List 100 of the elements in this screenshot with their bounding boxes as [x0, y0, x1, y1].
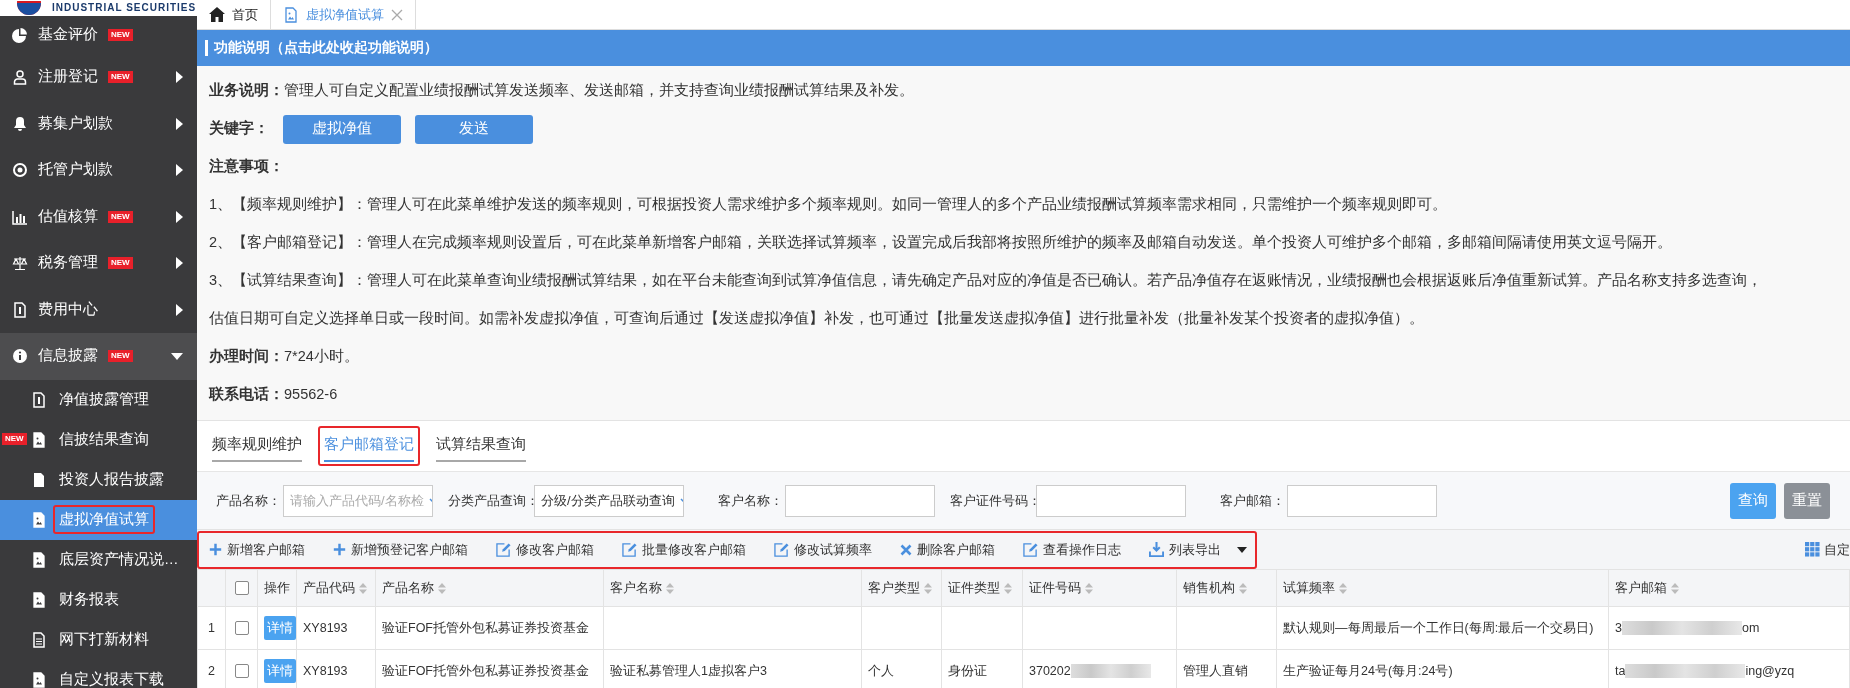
table-cell-text: 验证FOF托管外包私募证券投资基金	[382, 620, 589, 635]
home-icon	[209, 7, 225, 22]
note-text: 2、【客户邮箱登记】：管理人在完成频率规则设置后，可在此菜单新增客户邮箱，关联选择试算频率，设置完成后我部将按照所维护的频率及邮箱自动发送。单个投资人可维护多个邮箱，多邮箱间隔请使用英文逗号隔开。	[209, 233, 1673, 253]
note-text: 1、【频率规则维护】：管理人可在此菜单维护发送的频率规则，可根据投资人需求维护多个频率规则。如同一管理人的多个产品业绩报酬试算频率需求相同，只需维护一个频率规则即可。	[209, 195, 1448, 215]
note-text: 估值日期可自定义选择单日或一段时间。如需补发虚拟净值，可查询后通过【发送虚拟净值】补发，也可通过【批量发送虚拟净值】进行批量补发（批量补发某个投资者的虚拟净值）。	[209, 309, 1424, 329]
sidebar-subitem[interactable]: 自定义报表下载	[0, 659, 197, 688]
edit-icon	[774, 542, 789, 557]
sub-tab[interactable]: 频率规则维护	[212, 429, 302, 463]
row-number: 1	[208, 620, 215, 635]
new-badge: NEW	[108, 257, 133, 270]
scales-icon	[12, 255, 28, 272]
table-cell-text: 管理人直销	[1183, 663, 1248, 678]
sidebar-subitem[interactable]: 底层资产情况说…	[0, 539, 197, 580]
user-icon	[12, 69, 28, 86]
pie-chart-icon	[12, 27, 28, 43]
toolbar-button[interactable]: 查看操作日志	[1023, 539, 1121, 560]
filter-label: 分类产品查询：	[448, 491, 532, 510]
logo-icon	[14, 1, 44, 15]
image-document-icon	[283, 6, 299, 23]
sidebar-subitem[interactable]: 投资人报告披露	[0, 459, 197, 500]
business-description-label: 业务说明：	[209, 81, 284, 101]
cross-icon	[900, 543, 912, 556]
document-icon	[31, 391, 47, 408]
column-header[interactable]: 客户名称	[610, 578, 662, 598]
select-all-checkbox[interactable]	[234, 581, 249, 596]
keywords-label: 关键字：	[209, 119, 269, 139]
toolbar-button[interactable]: 列表导出	[1149, 539, 1247, 560]
row-checkbox[interactable]	[234, 664, 249, 679]
bell-icon	[12, 115, 28, 132]
table-cell-text: om	[1741, 619, 1760, 637]
page-tab[interactable]: 首页	[197, 0, 271, 29]
plus-icon	[209, 543, 222, 556]
note-text: 3、【试算结果查询】：管理人可在此菜单查询业绩报酬试算结果，如在平台未能查询到试算净值信息，请先确定产品对应的净值是否已确认。若产品净值存在返账情况，业绩报酬也会根据返账后净值重新试算。产品名称支持多选查询，	[209, 271, 1763, 291]
column-header[interactable]: 产品名称	[382, 578, 434, 598]
image-document-icon	[31, 511, 47, 528]
toolbar-button[interactable]: 新增预登记客户邮箱	[333, 539, 468, 560]
sidebar-item[interactable]: 注册登记 NEW	[0, 54, 197, 101]
sidebar-subitem[interactable]: 网下打新材料	[0, 619, 197, 660]
sidebar-item[interactable]: 税务管理 NEW	[0, 240, 197, 287]
target-icon	[12, 162, 28, 179]
new-badge: NEW	[108, 210, 133, 223]
document-icon	[12, 301, 28, 318]
filter-label: 客户邮箱：	[1219, 491, 1285, 510]
input-field[interactable]	[1287, 484, 1437, 517]
business-description-text: 管理人可自定义配置业绩报酬试算发送频率、发送邮箱，并支持查询业绩报酬试算结果及补发。	[284, 81, 914, 101]
filter-label: 客户名称：	[717, 491, 783, 510]
sidebar-item[interactable]: 募集户划款	[0, 100, 197, 147]
accent-bar	[205, 40, 208, 56]
info-icon	[12, 348, 28, 365]
sidebar-item[interactable]: 基金评价 NEW	[0, 16, 197, 54]
select-field[interactable]: 分级/分类产品联动查询	[534, 484, 684, 517]
image-document-icon	[31, 431, 47, 448]
column-header[interactable]: 客户邮箱	[1615, 578, 1667, 598]
sidebar-subitem[interactable]: NEW 信披结果查询	[0, 419, 197, 460]
sidebar-item[interactable]: 估值核算 NEW	[0, 193, 197, 240]
plus-icon	[333, 543, 346, 556]
toolbar-button[interactable]: 新增客户邮箱	[209, 539, 305, 560]
toolbar-button[interactable]: 修改试算频率	[774, 539, 872, 560]
sidebar-item[interactable]: 费用中心	[0, 286, 197, 333]
sub-tab[interactable]: 试算结果查询	[436, 429, 526, 463]
sidebar-item[interactable]: 信息披露 NEW	[0, 333, 197, 380]
filter-label: 产品名称：	[215, 491, 281, 510]
column-header[interactable]: 试算频率	[1283, 578, 1335, 598]
edit-icon	[496, 542, 511, 557]
filter-label: 客户证件号码：	[950, 491, 1034, 510]
logo-text: INDUSTRIAL SECURITIES	[52, 3, 197, 13]
column-header[interactable]: 证件号码	[1029, 578, 1081, 598]
download-icon	[1149, 542, 1164, 557]
edit-icon	[622, 542, 637, 557]
file-icon	[31, 471, 47, 488]
edit-icon	[1023, 542, 1038, 557]
new-badge: NEW	[108, 29, 133, 41]
new-badge: NEW	[108, 71, 133, 84]
sidebar-subitem[interactable]: 净值披露管理	[0, 379, 197, 420]
table-cell-text: 身份证	[948, 663, 987, 678]
new-badge: NEW	[108, 350, 133, 363]
toolbar-button[interactable]: 删除客户邮箱	[900, 539, 995, 560]
row-checkbox[interactable]	[234, 621, 249, 636]
text-document-icon	[31, 631, 47, 648]
table-cell-text: 默认规则—每周最后一个工作日(每周:最后一个交易日)	[1283, 620, 1594, 635]
contact-phone-label: 联系电话：	[209, 385, 284, 405]
grid-icon	[1805, 542, 1820, 557]
table-cell-text: 个人	[868, 663, 894, 678]
table-cell-text: 验证FOF托管外包私募证券投资基金	[382, 663, 589, 678]
toolbar-button[interactable]: 修改客户邮箱	[496, 539, 594, 560]
input-field[interactable]	[1036, 484, 1186, 517]
sub-tab[interactable]: 客户邮箱登记	[324, 429, 414, 463]
table-cell-text: ing@yzq	[1745, 662, 1795, 680]
office-hours-label: 办理时间：	[209, 347, 284, 367]
page-tab[interactable]: 虚拟净值试算	[271, 0, 416, 29]
row-number: 2	[208, 663, 215, 678]
toolbar-button[interactable]: 批量修改客户邮箱	[622, 539, 746, 560]
sidebar-subitem[interactable]: 财务报表	[0, 579, 197, 620]
input-field[interactable]	[785, 484, 935, 517]
notes-title: 注意事项：	[209, 157, 284, 177]
table-cell-text: 验证私募管理人1虚拟客户3	[610, 663, 767, 678]
columns-button[interactable]: 自定	[1805, 539, 1850, 560]
sidebar-item[interactable]: 托管户划款	[0, 147, 197, 194]
office-hours-text: 7*24小时。	[284, 347, 359, 367]
image-document-icon	[31, 591, 47, 608]
